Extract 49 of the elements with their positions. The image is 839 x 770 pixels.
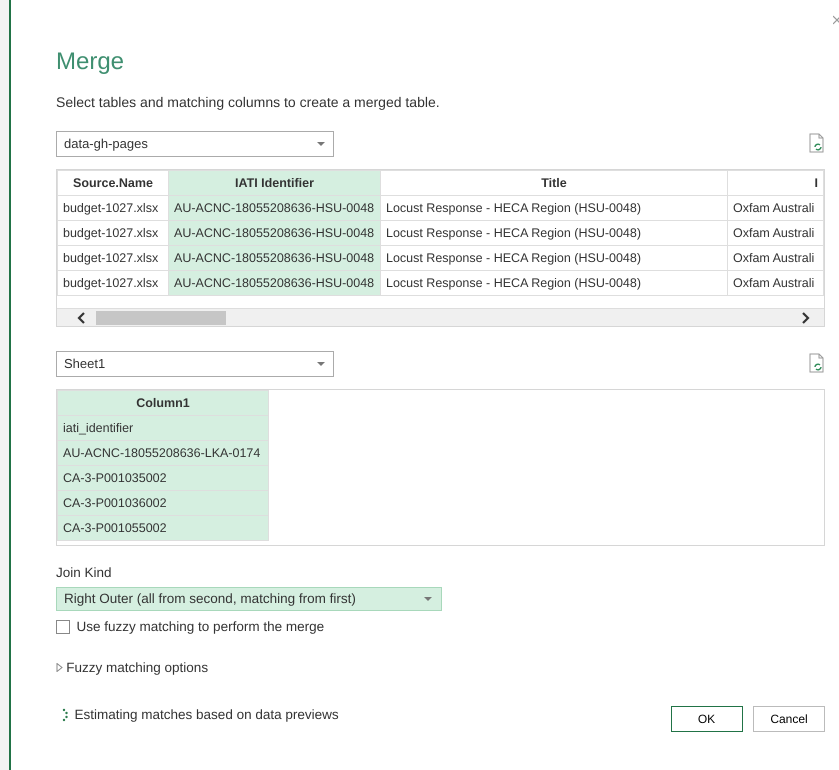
table-cell: iati_identifier (58, 416, 268, 440)
column-header[interactable]: I (728, 170, 824, 196)
fuzzy-options-toggle[interactable]: Fuzzy matching options (66, 658, 208, 678)
column-header[interactable]: IATI Identifier (168, 170, 380, 196)
column-header[interactable]: Column1 (58, 390, 268, 416)
table-cell: Oxfam Australi (728, 196, 824, 220)
refresh-file-icon[interactable] (809, 353, 825, 373)
table-cell: Oxfam Australi (728, 270, 824, 296)
table-cell: CA-3-P001055002 (58, 516, 268, 540)
table-cell: AU-ACNC-18055208636-HSU-0048 (168, 220, 380, 246)
table-cell: Locust Response - HECA Region (HSU-0048) (380, 196, 728, 220)
table-cell: Locust Response - HECA Region (HSU-0048) (380, 270, 728, 296)
table-cell: budget-1027.xlsx (58, 246, 168, 270)
table-dropdown[interactable]: data-gh-pages (56, 131, 334, 157)
table-cell: AU-ACNC-18055208636-HSU-0048 (168, 246, 380, 270)
fuzzy-checkbox[interactable] (56, 620, 70, 634)
table-cell: AU-ACNC-18055208636-HSU-0048 (168, 196, 380, 220)
join-kind-label: Join Kind (56, 564, 113, 582)
table-dropdown[interactable]: Sheet1 (56, 351, 334, 377)
dialog-title: Merge (56, 47, 126, 77)
scroll-left-icon[interactable] (77, 312, 86, 324)
refresh-file-icon[interactable] (809, 133, 825, 153)
expand-triangle-icon[interactable] (56, 663, 63, 672)
horizontal-scrollbar[interactable] (57, 308, 824, 326)
cancel-button[interactable]: Cancel (753, 706, 825, 732)
join-kind-dropdown[interactable]: Right Outer (all from second, matching from first) (56, 587, 442, 612)
scrollbar-thumb[interactable] (96, 310, 226, 324)
loading-spinner-icon (62, 708, 68, 722)
caret-icon (317, 142, 325, 146)
table-cell: Oxfam Australi (728, 220, 824, 246)
table-cell: AU-ACNC-18055208636-HSU-0048 (168, 270, 380, 296)
table-cell: CA-3-P001036002 (58, 490, 268, 516)
column-header[interactable]: Source.Name (58, 170, 168, 196)
fuzzy-matching-label[interactable]: Use fuzzy matching to perform the merge (76, 617, 324, 638)
caret-icon (424, 597, 432, 602)
table-cell: CA-3-P001035002 (58, 466, 268, 490)
table-cell: AU-ACNC-18055208636-LKA-0174 (58, 440, 268, 466)
table-cell: Locust Response - HECA Region (HSU-0048) (380, 246, 728, 270)
status-message: Estimating matches based on data previews (74, 706, 339, 724)
table-cell: budget-1027.xlsx (58, 270, 168, 296)
column-header[interactable]: Title (380, 170, 728, 196)
table-cell: budget-1027.xlsx (58, 196, 168, 220)
table-cell: Locust Response - HECA Region (HSU-0048) (380, 220, 728, 246)
dialog-subtitle: Select tables and matching columns to create a merged table. (56, 93, 441, 112)
caret-icon (317, 362, 325, 366)
table-cell: budget-1027.xlsx (58, 220, 168, 246)
ok-button[interactable]: OK (670, 706, 742, 732)
table-cell: Oxfam Australi (728, 246, 824, 270)
scroll-right-icon[interactable] (801, 312, 810, 324)
